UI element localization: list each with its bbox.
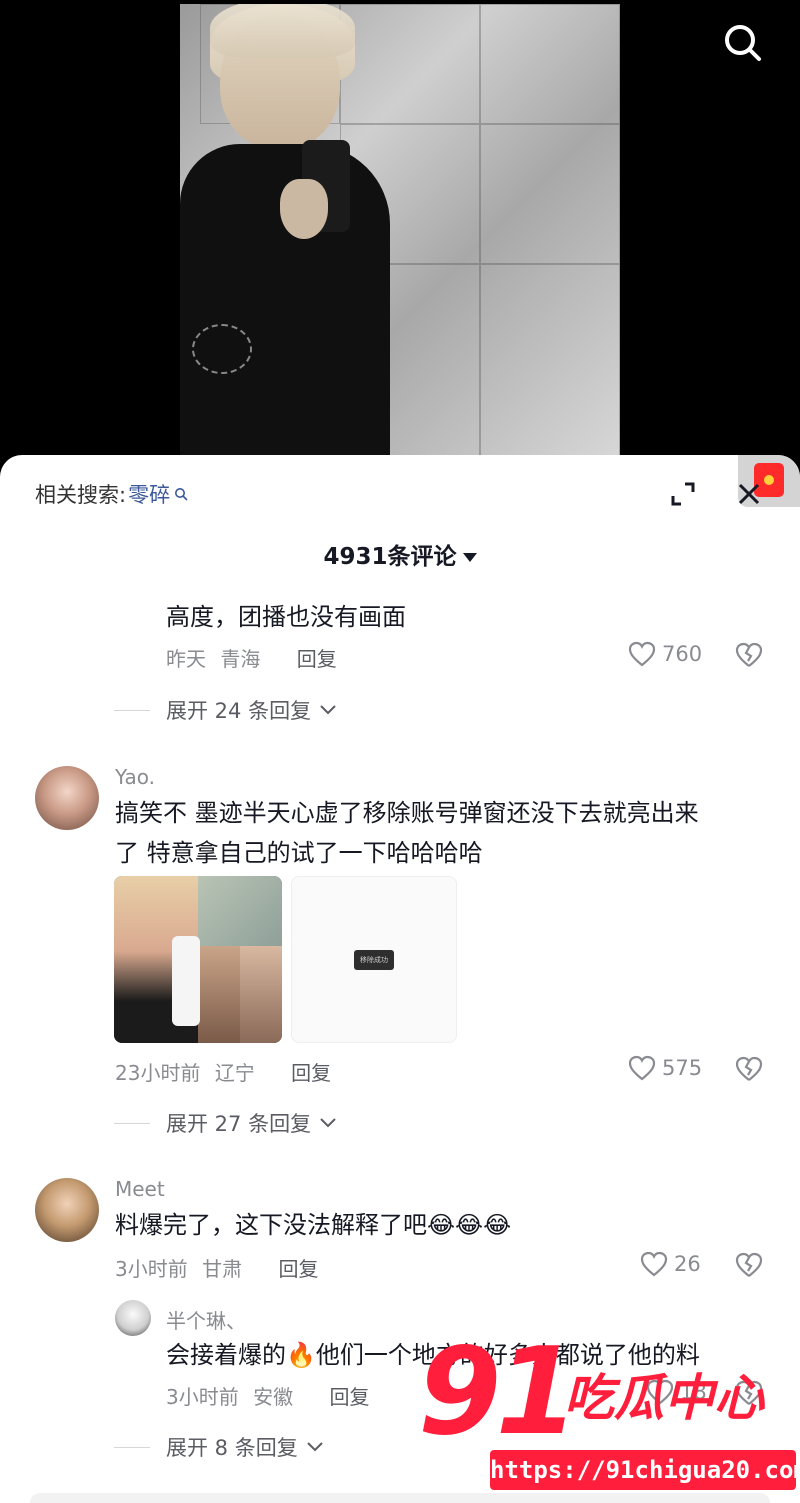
comment-image-1[interactable] [114,876,282,1043]
comment-text: 料爆完了，这下没法解释了吧😂😂😂 [115,1211,512,1239]
comment-location: 青海 [220,647,261,671]
broken-heart-icon[interactable] [734,641,764,669]
chevron-down-icon [320,1118,336,1128]
like-count: 26 [674,1252,701,1276]
reply-location: 安徽 [253,1385,294,1409]
comment-location: 甘肃 [202,1257,243,1281]
reply-meta: 3小时前 安徽 回复 [166,1381,369,1410]
expand-replies-label: 展开 24 条回复 [166,699,312,723]
like-count: 18 [680,1380,707,1404]
like-button[interactable]: 760 [628,641,702,667]
expand-replies-label: 展开 27 条回复 [166,1112,312,1136]
reply-text: 会接着爆的🔥他们一个地方的好多人都说了他的料 [166,1341,700,1369]
reply-time: 3小时前 [166,1385,239,1409]
expand-replies-button[interactable]: 展开 27 条回复 [114,1108,337,1138]
comment-image-2[interactable]: 移除成功 [291,876,457,1043]
comment-time: 23小时前 [115,1061,201,1085]
like-button[interactable]: 26 [640,1251,701,1277]
like-count: 575 [662,1056,703,1080]
search-icon[interactable] [720,20,764,64]
fullscreen-icon[interactable] [668,479,698,509]
divider-line [114,1122,150,1124]
like-count: 760 [662,642,703,666]
reply-button[interactable]: 回复 [291,1061,331,1085]
wall-tile [480,124,620,264]
reply-button[interactable]: 回复 [329,1385,369,1409]
video-frame[interactable] [180,4,620,464]
comment-sheet: 相关搜索: 零碎 4931条评论 高度，团播也没有画面 昨天 青海 回复 760… [0,455,800,1503]
comment-author[interactable]: Yao. [115,765,155,789]
comment-text: 高度，团播也没有画面 [166,603,406,631]
person-hand [280,179,328,239]
comment-location: 辽宁 [214,1061,255,1085]
heart-icon [628,641,656,667]
broken-heart-icon[interactable] [734,1055,764,1083]
toast-popup: 移除成功 [354,950,394,970]
heart-icon [646,1379,674,1405]
comment-time: 3小时前 [115,1257,188,1281]
comment-author[interactable]: Meet [115,1177,165,1201]
comment-time: 昨天 [166,647,206,671]
comment-count-header[interactable]: 4931条评论 [0,537,800,571]
video-area[interactable] [0,0,800,470]
sleeve-embroidery [192,324,252,374]
small-search-icon [175,488,188,501]
related-search[interactable]: 相关搜索: 零碎 [35,479,188,509]
related-search-term[interactable]: 零碎 [128,479,170,509]
wall-tile [340,4,480,124]
like-button[interactable]: 575 [628,1055,702,1081]
like-button[interactable]: 18 [646,1379,707,1405]
divider-line [114,709,150,711]
wall-tile [480,264,620,464]
person-hair-fringe [210,4,355,58]
comment-text-line-1: 搞笑不 墨迹半天心虚了移除账号弹窗还没下去就亮出来 [115,799,699,827]
image-panel [198,876,282,946]
avatar[interactable] [35,1178,99,1242]
reply-button[interactable]: 回复 [297,647,337,671]
chevron-down-icon [320,705,336,715]
comment-meta: 昨天 青海 回复 [166,643,337,672]
comment-text-line-2: 了 特意拿自己的试了一下哈哈哈哈 [115,839,483,867]
comment-count: 4931条评论 [323,544,457,570]
broken-heart-icon[interactable] [734,1379,764,1407]
broken-heart-icon[interactable] [734,1251,764,1279]
avatar[interactable] [115,1300,151,1336]
comment-meta: 23小时前 辽宁 回复 [115,1057,331,1086]
divider-line [114,1446,150,1448]
close-icon[interactable] [736,481,762,507]
image-panel [240,946,282,1043]
expand-replies-button[interactable]: 展开 8 条回复 [114,1432,324,1462]
expand-replies-label: 展开 8 条回复 [166,1436,298,1460]
reply-author[interactable]: 半个琳、 [166,1305,246,1334]
comment-meta: 3小时前 甘肃 回复 [115,1253,318,1282]
reply-button[interactable]: 回复 [278,1257,318,1281]
related-search-label: 相关搜索: [35,483,127,507]
expand-replies-button[interactable]: 展开 24 条回复 [114,695,337,725]
wall-tile [480,4,620,124]
image-phone [172,936,200,1026]
caret-down-icon [462,553,477,562]
avatar[interactable] [35,766,99,830]
image-panel [198,946,240,1043]
chevron-down-icon [307,1442,323,1452]
heart-icon [640,1251,668,1277]
heart-icon [628,1055,656,1081]
comment-input-bar[interactable] [30,1493,770,1503]
